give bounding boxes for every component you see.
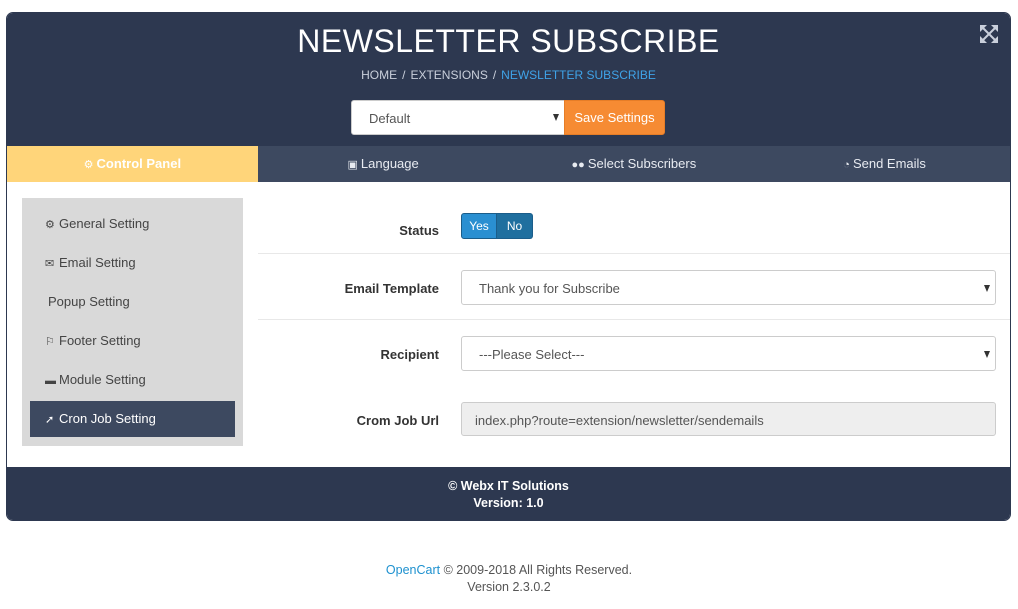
sidemenu-item-label: General Setting: [59, 216, 150, 231]
status-yes-button[interactable]: Yes: [461, 213, 497, 239]
gear-icon: ⚙: [83, 159, 94, 171]
newsletter-panel: NEWSLETTER SUBSCRIBE HOME / EXTENSIONS / NEW…: [6, 12, 1011, 521]
gear-icon: ⚙: [45, 219, 55, 231]
page-footer: OpenCart © 2009-2018 All Rights Reserved…: [0, 562, 1018, 596]
page-title: NEWSLETTER SUBSCRIBE: [297, 23, 720, 59]
envelope-icon: ✉: [45, 258, 55, 270]
sidemenu-item-label: Popup Setting: [48, 294, 130, 309]
sidemenu-item-popup[interactable]: Popup Setting: [30, 284, 235, 320]
sidemenu-item-cron-job[interactable]: ➚ Cron Job Setting: [30, 401, 235, 437]
tab-content: ⚙ General Setting ✉ Email Setting Popup Se…: [7, 182, 1010, 467]
breadcrumb-home[interactable]: HOME: [361, 68, 397, 82]
recipient-value: ---Please Select---: [479, 347, 585, 362]
language-icon: ▣: [347, 159, 358, 171]
page-footer-copyright: © 2009-2018 All Rights Reserved.: [440, 563, 633, 577]
footer-version: Version: 1.0: [473, 496, 544, 510]
sidemenu-item-module[interactable]: ▬ Module Setting: [30, 362, 235, 398]
status-row: Status Yes No: [258, 182, 1010, 254]
users-icon: ●●: [571, 159, 585, 171]
panel-footer: © Webx IT Solutions Version: 1.0: [7, 467, 1010, 520]
opencart-link[interactable]: OpenCart: [386, 563, 440, 577]
sidemenu-item-email[interactable]: ✉ Email Setting: [30, 245, 235, 281]
store-select-value: Default: [369, 111, 411, 126]
sidemenu-item-label: Email Setting: [59, 255, 136, 270]
sidemenu-item-label: Module Setting: [59, 372, 146, 387]
sidemenu-item-label: Footer Setting: [59, 333, 141, 348]
cron-url-row: Crom Job Url index.php?route=extension/n…: [258, 386, 1010, 452]
status-toggle[interactable]: Yes No: [461, 213, 533, 239]
sidemenu-item-general[interactable]: ⚙ General Setting: [30, 206, 235, 242]
settings-sidemenu: ⚙ General Setting ✉ Email Setting Popup Se…: [22, 198, 243, 446]
footer-copyright: © Webx IT Solutions: [448, 479, 569, 493]
tab-control-panel[interactable]: ⚙ Control Panel: [7, 146, 258, 182]
tab-label: Language: [360, 156, 419, 171]
breadcrumb-separator: /: [402, 68, 406, 82]
recipient-row: Recipient ---Please Select---: [258, 320, 1010, 386]
breadcrumb-current[interactable]: NEWSLETTER SUBSCRIBE: [501, 68, 656, 82]
email-template-value: Thank you for Subscribe: [479, 281, 620, 296]
store-select[interactable]: Default: [351, 100, 565, 135]
recipient-select[interactable]: ---Please Select---: [461, 336, 996, 371]
tab-select-subscribers[interactable]: ●● Select Subscribers: [509, 146, 760, 182]
recipient-label: Recipient: [380, 347, 439, 362]
tab-language[interactable]: ▣ Language: [258, 146, 509, 182]
folder-icon: ▬: [45, 375, 56, 387]
status-label: Status: [399, 223, 439, 238]
expand-icon[interactable]: [980, 25, 998, 43]
email-template-select[interactable]: Thank you for Subscribe: [461, 270, 996, 305]
tab-label: Control Panel: [96, 156, 182, 171]
chevron-down-icon: [984, 351, 990, 358]
panel-header: NEWSLETTER SUBSCRIBE HOME / EXTENSIONS / NEW…: [7, 13, 1010, 146]
page-footer-version: Version 2.3.0.2: [467, 580, 551, 594]
tab-send-emails[interactable]: ◔ Send Emails: [759, 146, 1010, 182]
chevron-down-icon: [553, 114, 559, 121]
breadcrumb: HOME / EXTENSIONS / NEWSLETTER SUBSCRIBE: [7, 68, 1010, 82]
cron-url-label: Crom Job Url: [356, 413, 439, 428]
flag-icon: ⚐: [45, 336, 55, 348]
dashboard-icon: ◔: [843, 159, 850, 171]
tab-label: Select Subscribers: [587, 156, 697, 171]
sidemenu-item-footer[interactable]: ⚐ Footer Setting: [30, 323, 235, 359]
breadcrumb-separator: /: [492, 68, 497, 82]
main-tabs: ⚙ Control Panel ▣ Language ●● Select Subscr…: [7, 146, 1010, 182]
email-template-label: Email Template: [344, 281, 439, 296]
rocket-icon: ➚: [45, 414, 55, 426]
email-template-row: Email Template Thank you for Subscribe: [258, 254, 1010, 320]
status-no-button[interactable]: No: [497, 213, 533, 239]
chevron-down-icon: [984, 285, 990, 292]
tab-label: Send Emails: [852, 156, 926, 171]
cron-url-value: index.php?route=extension/newsletter/sen…: [475, 413, 764, 428]
page-footer-copyright-line: OpenCart © 2009-2018 All Rights Reserved…: [0, 562, 1018, 579]
save-settings-button[interactable]: Save Settings: [564, 100, 665, 135]
breadcrumb-extensions[interactable]: EXTENSIONS: [410, 68, 487, 82]
sidemenu-item-label: Cron Job Setting: [59, 411, 156, 426]
cron-url-field[interactable]: index.php?route=extension/newsletter/sen…: [461, 402, 996, 436]
